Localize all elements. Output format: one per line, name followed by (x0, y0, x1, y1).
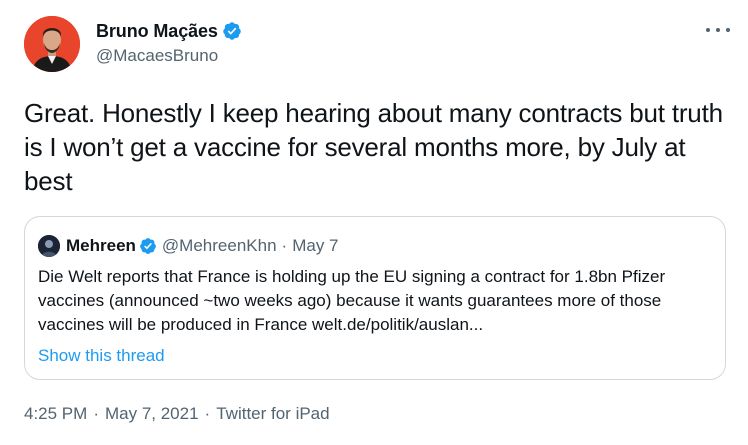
more-options-icon[interactable] (706, 22, 730, 38)
quoted-author-avatar (38, 235, 60, 257)
quoted-tweet-text: Die Welt reports that France is holding … (38, 267, 666, 334)
quoted-tweet[interactable]: Mehreen @MehreenKhn · May 7 Die Welt rep… (24, 216, 726, 380)
verified-badge-icon (222, 21, 242, 41)
quoted-separator: · (281, 236, 288, 255)
more-dot (706, 28, 710, 32)
quoted-display-name: Mehreen (66, 236, 136, 255)
quoted-tweet-header: Mehreen @MehreenKhn · May 7 (38, 235, 339, 257)
quoted-handle: @MehreenKhn (161, 236, 277, 255)
tweet-card: Bruno Maçães @MacaesBruno Great. Honestl… (0, 0, 748, 445)
tweet-time[interactable]: 4:25 PM (24, 404, 87, 424)
author-avatar[interactable] (24, 16, 80, 72)
tweet-date[interactable]: May 7, 2021 (105, 404, 199, 424)
author-display-name[interactable]: Bruno Maçães (96, 21, 218, 42)
meta-separator: · (93, 404, 99, 423)
author-name-row: Bruno Maçães (96, 20, 242, 42)
tweet-source[interactable]: Twitter for iPad (216, 404, 329, 424)
quoted-date: May 7 (292, 236, 339, 255)
tweet-meta: 4:25 PM · May 7, 2021 · Twitter for iPad (24, 404, 330, 424)
verified-badge-icon (139, 237, 157, 255)
more-dot (726, 28, 730, 32)
meta-separator: · (204, 404, 211, 423)
more-dot (716, 28, 720, 32)
author-info: Bruno Maçães @MacaesBruno (96, 20, 242, 66)
show-thread-link[interactable]: Show this thread (38, 346, 165, 366)
tweet-text: Great. Honestly I keep hearing about man… (24, 98, 723, 196)
author-handle[interactable]: @MacaesBruno (96, 46, 242, 66)
